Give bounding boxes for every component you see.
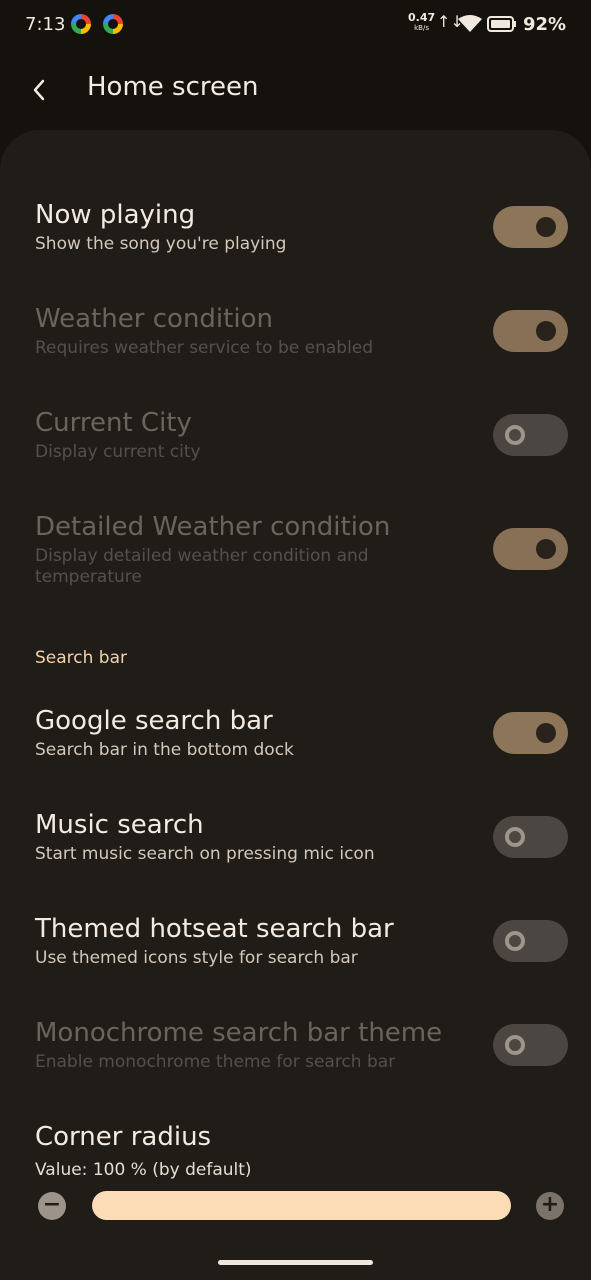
net-speed-indicator: 0.47 kB/s: [408, 12, 435, 33]
setting-title: Themed hotseat search bar: [35, 914, 394, 944]
toggle-thumb: [505, 931, 525, 951]
setting-subtitle: Start music search on pressing mic icon: [35, 844, 375, 864]
battery-percent: 92%: [523, 14, 567, 35]
increase-button[interactable]: +: [536, 1192, 564, 1220]
toggle-thumb: [536, 217, 556, 237]
weather-condition-toggle[interactable]: [493, 310, 568, 352]
setting-subtitle: Display detailed weather condition and t…: [35, 546, 369, 587]
back-arrow-icon[interactable]: [28, 78, 52, 102]
google-notification-icon: [103, 14, 123, 34]
music-search-toggle[interactable]: [493, 816, 568, 858]
setting-title: Now playing: [35, 200, 196, 230]
status-bar: 7:13 0.47 kB/s ↑↓ 92%: [0, 0, 591, 52]
battery-icon: [487, 16, 516, 32]
google-notification-icon: [71, 14, 91, 34]
current-city-toggle[interactable]: [493, 414, 568, 456]
net-speed-unit: kB/s: [414, 24, 429, 32]
settings-panel: [0, 130, 591, 1280]
themed-hotseat-toggle[interactable]: [493, 920, 568, 962]
now-playing-toggle[interactable]: [493, 206, 568, 248]
corner-radius-title: Corner radius: [35, 1122, 212, 1152]
setting-title: Weather condition: [35, 304, 273, 334]
status-time: 7:13: [25, 14, 66, 35]
setting-title: Monochrome search bar theme: [35, 1018, 443, 1048]
toggle-thumb: [536, 539, 556, 559]
setting-title: Music search: [35, 810, 204, 840]
toggle-thumb: [505, 827, 525, 847]
setting-subtitle: Use themed icons style for search bar: [35, 948, 358, 968]
toggle-thumb: [505, 425, 525, 445]
setting-subtitle: Requires weather service to be enabled: [35, 338, 374, 358]
setting-subtitle: Display current city: [35, 442, 201, 462]
setting-title: Current City: [35, 408, 192, 438]
corner-radius-value: Value: 100 % (by default): [35, 1160, 252, 1180]
setting-subtitle: Enable monochrome theme for search bar: [35, 1052, 396, 1072]
gesture-nav-handle[interactable]: [218, 1260, 373, 1265]
corner-radius-slider[interactable]: [92, 1191, 511, 1220]
decrease-button[interactable]: −: [38, 1192, 66, 1220]
setting-title: Detailed Weather condition: [35, 512, 391, 542]
section-header-search-bar: Search bar: [35, 648, 128, 668]
detailed-weather-toggle[interactable]: [493, 528, 568, 570]
toggle-thumb: [536, 321, 556, 341]
toggle-thumb: [505, 1035, 525, 1055]
monochrome-search-bar-toggle[interactable]: [493, 1024, 568, 1066]
wifi-icon: [458, 15, 482, 32]
google-search-bar-toggle[interactable]: [493, 712, 568, 754]
page-title: Home screen: [87, 72, 259, 102]
toggle-thumb: [536, 723, 556, 743]
top-app-bar: Home screen: [0, 52, 591, 132]
setting-subtitle: Search bar in the bottom dock: [35, 740, 294, 760]
setting-title: Google search bar: [35, 706, 273, 736]
setting-subtitle: Show the song you're playing: [35, 234, 287, 254]
